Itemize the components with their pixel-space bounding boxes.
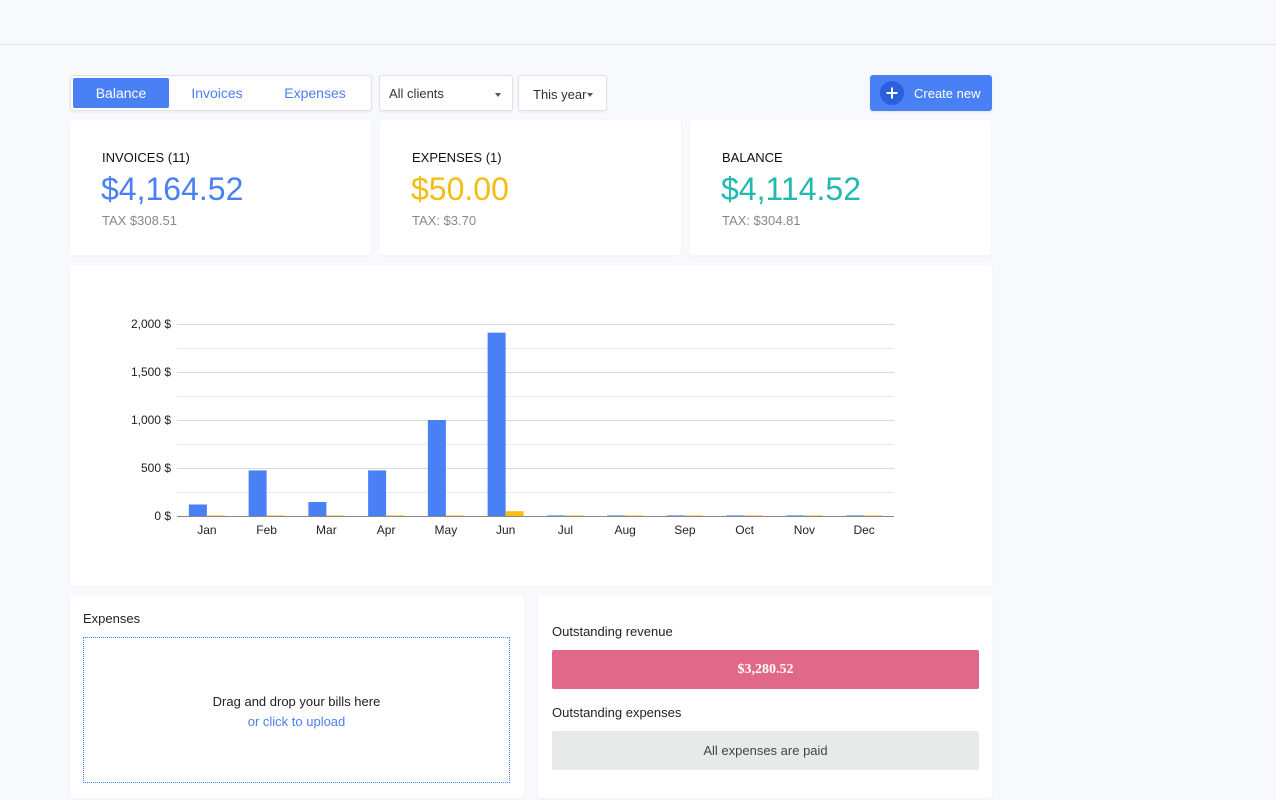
tab-balance[interactable]: Balance — [73, 78, 169, 108]
expenses-panel-title: Expenses — [83, 611, 141, 626]
client-filter-value: All clients — [389, 86, 444, 101]
balance-title: BALANCE — [722, 150, 783, 165]
bar-invoices-apr[interactable] — [368, 470, 387, 516]
period-filter-value: This year — [533, 87, 587, 102]
y-tick-label: 0 $ — [154, 509, 171, 523]
bar-expenses-feb[interactable] — [266, 515, 285, 516]
bar-expenses-aug[interactable] — [625, 515, 644, 516]
bar-expenses-jul[interactable] — [565, 515, 584, 516]
bar-invoices-dec[interactable] — [846, 515, 865, 516]
bar-invoices-sep[interactable] — [666, 515, 685, 516]
expenses-tax: TAX: $3.70 — [412, 213, 477, 228]
chevron-down-icon — [495, 93, 501, 97]
bar-expenses-mar[interactable] — [326, 515, 345, 516]
balance-amount: $4,114.52 — [721, 171, 861, 207]
invoices-tax: TAX $308.51 — [102, 213, 177, 228]
outstanding-revenue-label: Outstanding revenue — [552, 624, 673, 639]
upload-link[interactable]: or click to upload — [248, 714, 346, 729]
expenses-title: EXPENSES (1) — [412, 150, 502, 165]
outstanding-expenses-status: All expenses are paid — [552, 731, 979, 770]
dropzone-text: Drag and drop your bills here — [212, 693, 381, 709]
bar-expenses-nov[interactable] — [804, 515, 823, 516]
expenses-amount: $50.00 — [411, 171, 509, 207]
x-tick-label: Mar — [316, 523, 337, 537]
balance-summary-card: BALANCE $4,114.52 TAX: $304.81 — [690, 120, 991, 255]
invoices-amount: $4,164.52 — [101, 171, 244, 207]
period-filter-dropdown[interactable]: This year — [518, 75, 607, 111]
bar-invoices-nov[interactable] — [786, 515, 805, 516]
monthly-chart-card: 0 $ 500 $ 1,000 $ 1,500 $ 2,000 $ Jan Feb Mar Ap… — [70, 265, 992, 586]
chevron-down-icon — [587, 93, 593, 97]
x-tick-label: May — [435, 523, 458, 537]
x-tick-label: Jun — [496, 523, 515, 537]
bar-invoices-aug[interactable] — [607, 515, 626, 516]
top-header-bar — [0, 0, 1276, 45]
x-tick-label: Apr — [377, 523, 396, 537]
monthly-bar-chart: 0 $ 500 $ 1,000 $ 1,500 $ 2,000 $ Jan Feb Mar Ap… — [131, 317, 894, 537]
bar-invoices-may[interactable] — [427, 420, 446, 516]
create-new-button[interactable]: Create new — [870, 75, 992, 111]
x-tick-label: Sep — [674, 523, 696, 537]
tab-expenses[interactable]: Expenses — [265, 78, 365, 108]
bar-invoices-feb[interactable] — [248, 470, 267, 516]
bar-invoices-jan[interactable] — [188, 504, 207, 516]
bar-expenses-apr[interactable] — [386, 515, 405, 516]
x-tick-label: Oct — [735, 523, 754, 537]
x-tick-label: Jan — [197, 523, 216, 537]
y-tick-label: 1,500 $ — [131, 365, 171, 379]
y-tick-label: 2,000 $ — [131, 317, 171, 331]
tab-invoices[interactable]: Invoices — [169, 78, 265, 108]
x-tick-label: Aug — [614, 523, 635, 537]
bar-expenses-may[interactable] — [445, 515, 464, 516]
bill-dropzone[interactable]: Drag and drop your bills here or click t… — [83, 637, 510, 783]
x-tick-label: Nov — [794, 523, 815, 537]
bar-invoices-oct[interactable] — [726, 515, 745, 516]
plus-icon — [880, 81, 904, 105]
expenses-summary-card: EXPENSES (1) $50.00 TAX: $3.70 — [380, 120, 681, 255]
x-tick-label: Feb — [256, 523, 277, 537]
invoices-summary-card: INVOICES (11) $4,164.52 TAX $308.51 — [70, 120, 371, 255]
y-tick-label: 1,000 $ — [131, 413, 171, 427]
outstanding-expenses-label: Outstanding expenses — [552, 705, 682, 720]
invoices-title: INVOICES (11) — [102, 150, 190, 165]
bar-invoices-jul[interactable] — [547, 515, 566, 516]
balance-tax: TAX: $304.81 — [722, 213, 801, 228]
x-tick-label: Dec — [853, 523, 874, 537]
expenses-upload-panel: Expenses Drag and drop your bills here o… — [70, 595, 524, 798]
bar-invoices-jun[interactable] — [487, 332, 506, 516]
bar-expenses-oct[interactable] — [744, 515, 763, 516]
y-tick-label: 500 $ — [141, 461, 171, 475]
bar-expenses-sep[interactable] — [684, 515, 703, 516]
outstanding-panel: Outstanding revenue $3,280.52 Outstandin… — [538, 595, 992, 798]
bar-expenses-dec[interactable] — [864, 515, 883, 516]
bar-expenses-jan[interactable] — [206, 515, 225, 516]
bar-invoices-mar[interactable] — [308, 501, 327, 516]
outstanding-revenue-amount[interactable]: $3,280.52 — [552, 650, 979, 689]
client-filter-dropdown[interactable]: All clients — [379, 75, 513, 111]
bar-expenses-jun[interactable] — [505, 511, 524, 516]
x-tick-label: Jul — [558, 523, 573, 537]
view-tabs: Balance Invoices Expenses — [70, 75, 372, 111]
create-new-label: Create new — [914, 85, 981, 101]
